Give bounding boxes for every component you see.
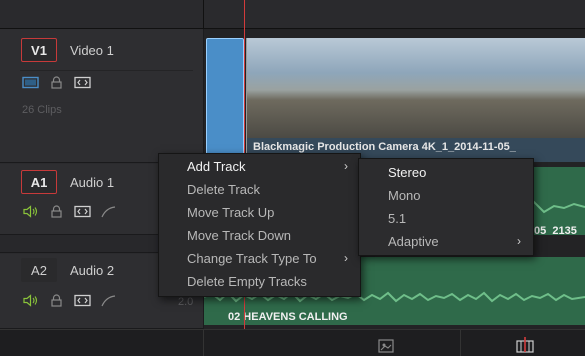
menu-item-label: Move Track Up [187, 205, 275, 220]
menu-item-label: Delete Track [187, 182, 260, 197]
menu-item-label: Change Track Type To [187, 251, 317, 266]
track-id-badge[interactable]: V1 [21, 38, 57, 62]
track-controls [22, 205, 117, 218]
clip-thumbnail [483, 38, 585, 138]
video-clip-selected[interactable] [206, 38, 244, 162]
curve-icon[interactable] [100, 205, 117, 218]
lock-icon[interactable] [48, 205, 65, 218]
video-clip[interactable]: Blackmagic Production Camera 4K_1_2014-1… [246, 38, 585, 162]
menu-item-change-track-type[interactable]: Change Track Type To › [159, 247, 360, 270]
bottom-toolbar [0, 329, 585, 356]
track-name[interactable]: Video 1 [70, 43, 114, 58]
audio-clip-title: 02 HEAVENS CALLING [228, 311, 348, 323]
menu-item-label: 5.1 [388, 211, 407, 226]
media-page-icon[interactable] [376, 335, 396, 353]
menu-item-delete-track[interactable]: Delete Track [159, 178, 360, 201]
submenu-item-5-1[interactable]: 5.1 [359, 207, 533, 230]
timeline-ruler[interactable] [0, 0, 585, 29]
toolbar-divider [460, 330, 461, 356]
menu-item-move-track-up[interactable]: Move Track Up [159, 201, 360, 224]
submenu-arrow-icon: › [344, 251, 348, 265]
toolbar-divider [203, 330, 204, 356]
video-clip-title: Blackmagic Production Camera 4K_1_2014-1… [253, 141, 516, 153]
track-level: 2.0 [178, 296, 194, 308]
clip-thumbnail [247, 38, 367, 138]
audio-clip-title: 05_2135 [534, 225, 577, 235]
menu-item-label: Stereo [388, 165, 427, 180]
speaker-icon[interactable] [22, 294, 39, 307]
ruler-divider [203, 0, 204, 29]
clip-count: 26 Clips [22, 104, 62, 116]
track-id-badge[interactable]: A1 [21, 170, 57, 194]
menu-item-label: Move Track Down [187, 228, 292, 243]
track-context-menu: Add Track › Delete Track Move Track Up M… [158, 153, 361, 297]
menu-item-move-track-down[interactable]: Move Track Down [159, 224, 360, 247]
clip-thumbnail [365, 38, 485, 138]
header-divider [20, 70, 193, 71]
add-track-submenu: Stereo Mono 5.1 Adaptive › [358, 158, 534, 256]
track-name[interactable]: Audio 1 [70, 175, 114, 190]
submenu-arrow-icon: › [517, 234, 521, 248]
menu-item-delete-empty-tracks[interactable]: Delete Empty Tracks [159, 270, 360, 293]
auto-select-icon[interactable] [74, 294, 91, 307]
menu-item-label: Adaptive [388, 234, 439, 249]
speaker-icon[interactable] [22, 205, 39, 218]
edit-page-icon[interactable] [515, 335, 535, 353]
auto-select-icon[interactable] [74, 205, 91, 218]
track-controls [22, 294, 117, 307]
lock-icon[interactable] [48, 76, 65, 89]
lock-icon[interactable] [48, 294, 65, 307]
track-header-video-1[interactable]: V1 Video 1 26 Clips [0, 29, 203, 163]
menu-item-label: Add Track [187, 159, 246, 174]
menu-item-add-track[interactable]: Add Track › [159, 155, 360, 178]
track-id-badge[interactable]: A2 [21, 258, 57, 282]
track-name[interactable]: Audio 2 [70, 263, 114, 278]
submenu-item-stereo[interactable]: Stereo [359, 161, 533, 184]
monitor-icon[interactable] [22, 76, 39, 89]
submenu-arrow-icon: › [344, 159, 348, 173]
auto-select-icon[interactable] [74, 76, 91, 89]
track-controls [22, 76, 91, 89]
submenu-item-mono[interactable]: Mono [359, 184, 533, 207]
submenu-item-adaptive[interactable]: Adaptive › [359, 230, 533, 253]
curve-icon[interactable] [100, 294, 117, 307]
menu-item-label: Delete Empty Tracks [187, 274, 307, 289]
menu-item-label: Mono [388, 188, 421, 203]
